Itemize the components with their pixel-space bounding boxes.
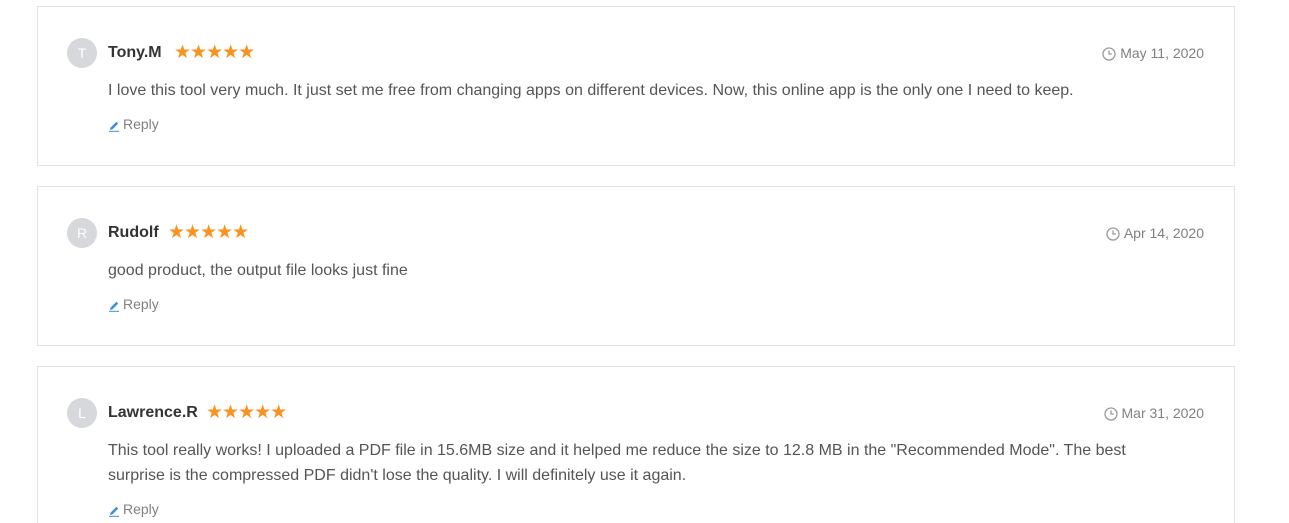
star-rating: ★★★★★ (206, 402, 287, 423)
reply-label: Reply (123, 116, 159, 132)
review-card: R Rudolf ★★★★★ Apr 14, 2020 good product… (37, 186, 1235, 346)
review-date: Apr 14, 2020 (1106, 223, 1204, 243)
review-list: T Tony.M ★★★★★ May 11, 2020 I love this … (0, 0, 1289, 523)
review-text: good product, the output file looks just… (108, 262, 408, 279)
reply-button[interactable]: Reply (108, 500, 159, 518)
pencil-icon (108, 503, 120, 517)
review-date: May 11, 2020 (1102, 43, 1204, 63)
date-text: May 11, 2020 (1120, 45, 1204, 61)
pencil-icon (108, 118, 120, 132)
star-rating: ★★★★★ (174, 42, 255, 63)
pencil-icon (108, 298, 120, 312)
avatar: T (67, 38, 97, 68)
reply-button[interactable]: Reply (108, 295, 159, 313)
review-text: I love this tool very much. It just set … (108, 82, 1074, 99)
review-date: Mar 31, 2020 (1103, 403, 1205, 423)
review-text: This tool really works! I uploaded a PDF… (108, 442, 1126, 484)
reviewer-name: Rudolf (108, 224, 159, 241)
review-card: T Tony.M ★★★★★ May 11, 2020 I love this … (37, 6, 1235, 166)
date-text: Apr 14, 2020 (1123, 225, 1204, 241)
reply-button[interactable]: Reply (108, 115, 159, 133)
date-text: Mar 31, 2020 (1121, 405, 1205, 421)
reply-label: Reply (123, 296, 159, 312)
star-rating: ★★★★★ (168, 222, 249, 243)
clock-icon (1103, 406, 1118, 421)
clock-icon (1106, 226, 1120, 241)
reviewer-name: Lawrence.R (108, 404, 198, 421)
clock-icon (1102, 46, 1116, 61)
avatar: R (67, 218, 97, 248)
review-card: L Lawrence.R ★★★★★ Mar 31, 2020 This too… (37, 366, 1235, 523)
reply-label: Reply (123, 501, 159, 517)
avatar: L (67, 398, 97, 428)
reviewer-name: Tony.M (108, 44, 162, 61)
